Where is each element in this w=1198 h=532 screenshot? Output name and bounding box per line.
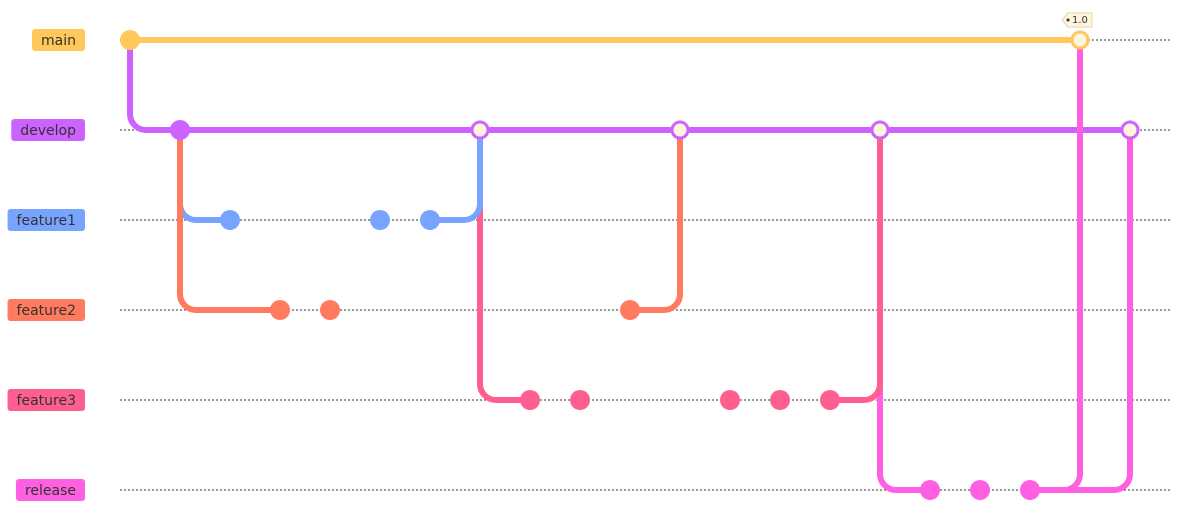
branch-label-text: develop bbox=[20, 123, 76, 139]
tags: 1.0 bbox=[1061, 12, 1093, 28]
branch-out-feature3 bbox=[477, 127, 533, 403]
branch-label-feature3: feature3 bbox=[7, 389, 85, 411]
git-graph: main develop feature1 feature2 feature3 relea… bbox=[7, 12, 1170, 501]
tag-1.0: 1.0 bbox=[1061, 12, 1093, 28]
commit-c4[interactable] bbox=[320, 300, 340, 320]
commit-c9[interactable] bbox=[570, 390, 590, 410]
commit-c12[interactable] bbox=[720, 390, 740, 410]
commit-c17[interactable] bbox=[970, 480, 990, 500]
merge-commit-c20[interactable] bbox=[1120, 120, 1140, 140]
commit-c14[interactable] bbox=[820, 390, 840, 410]
merge-edge-feature3-to-develop bbox=[827, 127, 883, 403]
branch-label-feature1: feature1 bbox=[7, 209, 85, 231]
branch-label-develop: develop bbox=[11, 119, 85, 141]
tag-label: 1.0 bbox=[1072, 15, 1088, 26]
merge-commit-c7[interactable] bbox=[470, 120, 490, 140]
merge-commit-c15[interactable] bbox=[870, 120, 890, 140]
commit-c5[interactable] bbox=[370, 210, 390, 230]
merge-edge-release-to-main bbox=[1027, 37, 1083, 493]
branch-label-text: feature2 bbox=[17, 303, 76, 319]
commit-c1[interactable] bbox=[170, 120, 190, 140]
branch-label-text: release bbox=[25, 483, 76, 499]
merge-commit-c11[interactable] bbox=[670, 120, 690, 140]
commit-c2[interactable] bbox=[220, 210, 240, 230]
branch-label-text: feature3 bbox=[17, 393, 76, 409]
merge-commit-c19[interactable] bbox=[1070, 30, 1090, 50]
branch-labels: main develop feature1 feature2 feature3 relea… bbox=[7, 29, 85, 501]
commit-c13[interactable] bbox=[770, 390, 790, 410]
commit-c8[interactable] bbox=[520, 390, 540, 410]
tag-hole-icon bbox=[1066, 18, 1070, 22]
commit-c18[interactable] bbox=[1020, 480, 1040, 500]
branch-label-text: main bbox=[41, 33, 76, 49]
branch-label-main: main bbox=[32, 29, 85, 51]
merge-edge-feature1-to-develop bbox=[427, 127, 483, 223]
commits bbox=[120, 30, 1140, 500]
commit-c3[interactable] bbox=[270, 300, 290, 320]
commit-c16[interactable] bbox=[920, 480, 940, 500]
branch-lanes bbox=[120, 39, 1170, 491]
commit-c10[interactable] bbox=[620, 300, 640, 320]
branch-edges bbox=[127, 37, 1133, 493]
commit-c6[interactable] bbox=[420, 210, 440, 230]
branch-label-text: feature1 bbox=[17, 213, 76, 229]
branch-out-feature1 bbox=[177, 127, 233, 223]
branch-label-feature2: feature2 bbox=[7, 299, 85, 321]
branch-label-release: release bbox=[15, 479, 85, 501]
branch-out-develop bbox=[127, 37, 183, 133]
commit-c0[interactable] bbox=[120, 30, 140, 50]
